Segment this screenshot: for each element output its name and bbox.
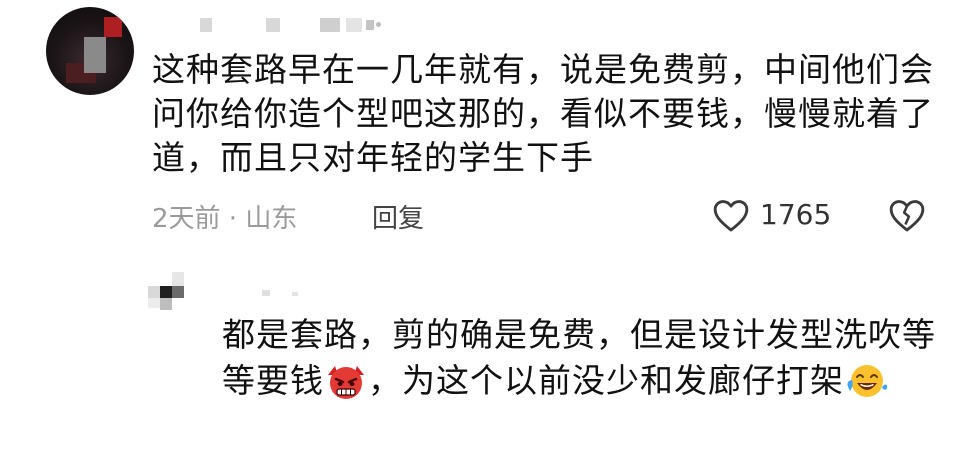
heart-outline-icon[interactable] [712,197,750,233]
angry-face-emoji [328,366,364,399]
commenter-avatar[interactable] [46,7,134,95]
reply-name-blurred[interactable] [262,290,270,296]
comment-text: 这种套路早在一几年就有，说是免费剪，中间他们会问你给你造个型吧这那的，看似不要钱… [152,50,934,177]
laughing-tears-emoji [847,365,888,397]
like-count: 1765 [760,198,832,231]
reply-avatar[interactable] [148,272,196,320]
reply-text: 都是套路，剪的确是免费，但是设计发型洗吹等等要钱 ，为这个以前没少和发廊仔打架 [222,312,942,404]
reply-button[interactable]: 回复 [372,198,424,235]
comment-thread: 这种套路早在一几年就有，说是免费剪，中间他们会问你给你造个型吧这那的，看似不要钱… [0,0,965,474]
comment-meta: 2天前 · 山东 [152,204,298,234]
reply-text-part2: ，为这个以前没少和发廊仔打架 [368,361,844,400]
broken-heart-icon[interactable] [888,197,926,233]
